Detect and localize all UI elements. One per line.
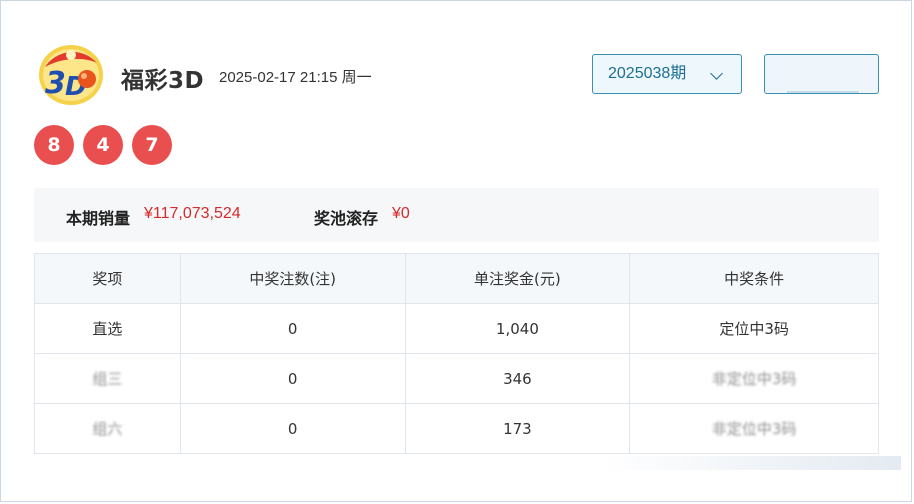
draw-datetime: 2025-02-17 21:15 周一: [219, 69, 372, 86]
prize-table: 奖项 中奖注数(注) 单注奖金(元) 中奖条件 直选 0 1,040 定位中3码…: [34, 253, 879, 454]
scroll-fade: [601, 456, 901, 470]
win-condition: 非定位中3码: [629, 353, 879, 404]
page-title: 福彩3D: [121, 68, 205, 94]
column-header: 单注奖金(元): [404, 253, 631, 304]
header: 3 D 福彩3D 2025-02-17 21:15 周一 2025038期: [37, 41, 883, 107]
table-row: 组六 0 173 非定位中3码: [34, 403, 879, 454]
sales-summary: 本期销量 ¥117,073,524 奖池滚存 ¥0: [34, 188, 879, 242]
number-ball: 8: [34, 125, 74, 165]
sales-label: 本期销量: [66, 209, 131, 228]
winner-count: 0: [179, 303, 406, 354]
column-header: 奖项: [34, 253, 181, 304]
table-header-row: 奖项 中奖注数(注) 单注奖金(元) 中奖条件: [34, 253, 879, 304]
fucai-3d-logo-icon: 3 D: [37, 41, 105, 107]
winner-count: 0: [179, 403, 406, 454]
pool-label: 奖池滚存: [314, 209, 379, 228]
column-header: 中奖注数(注): [179, 253, 406, 304]
prize-name: 组六: [34, 403, 181, 454]
chevron-down-icon: [710, 67, 723, 80]
svg-text:3: 3: [45, 66, 66, 101]
win-condition: 定位中3码: [629, 303, 879, 354]
prize-name: 直选: [34, 303, 181, 354]
table-row: 直选 0 1,040 定位中3码: [34, 303, 879, 354]
period-dropdown-label: 2025038期: [608, 65, 687, 82]
winner-count: 0: [179, 353, 406, 404]
number-ball: 7: [132, 125, 172, 165]
sales-value: ¥117,073,524: [144, 205, 241, 222]
action-button[interactable]: [764, 54, 879, 94]
pool-value: ¥0: [392, 205, 410, 222]
lottery-result-panel: 3 D 福彩3D 2025-02-17 21:15 周一 2025038期 8 …: [0, 0, 912, 502]
number-ball: 4: [83, 125, 123, 165]
prize-amount: 173: [404, 403, 631, 454]
win-condition: 非定位中3码: [629, 403, 879, 454]
period-dropdown[interactable]: 2025038期: [592, 54, 742, 94]
column-header: 中奖条件: [629, 253, 879, 304]
button-underline: [787, 91, 859, 93]
prize-amount: 346: [404, 353, 631, 404]
prize-amount: 1,040: [404, 303, 631, 354]
prize-name: 组三: [34, 353, 181, 404]
table-row: 组三 0 346 非定位中3码: [34, 353, 879, 404]
